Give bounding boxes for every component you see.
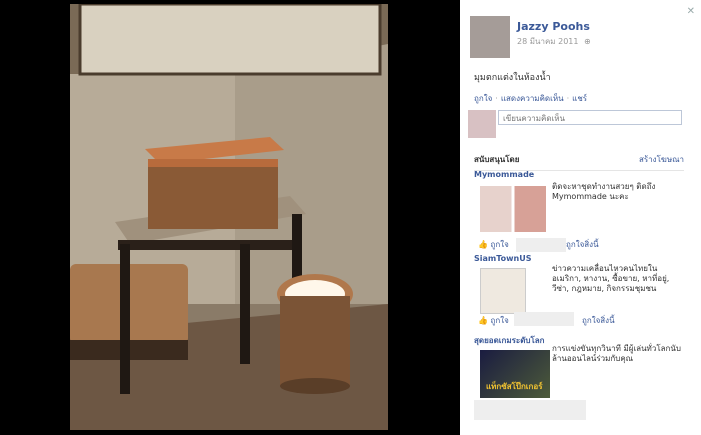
ad-image[interactable] xyxy=(480,268,526,314)
ad-like-page[interactable]: ถูกใจสิ่งนี้ xyxy=(566,238,599,251)
ad-like[interactable]: 👍 ถูกใจ xyxy=(478,314,509,327)
ad-image-caption: แท็กซัสโป๊กเกอร์ xyxy=(486,382,543,391)
viewer-avatar xyxy=(468,110,496,138)
ad-like-label[interactable]: ถูกใจ xyxy=(491,316,509,325)
ad-item[interactable]: SiamTownUS ข่าวความเคลื่อนไหวคนไทยในอเมร… xyxy=(474,254,686,334)
ad-text[interactable]: ข่าวความเคลื่อนไหวคนไทยในอเมริกา, หางาน,… xyxy=(552,264,682,294)
like-link[interactable]: ถูกใจ xyxy=(474,94,492,103)
photo-stage xyxy=(0,0,460,435)
comment-input[interactable]: เขียนความคิดเห็น xyxy=(498,110,682,125)
blurred-region xyxy=(474,400,586,420)
thumbs-up-icon: 👍 xyxy=(478,316,488,325)
post-detail-panel: ✕ Jazzy Poohs 28 มีนาคม 2011 ⊕ มุมตกแต่ง… xyxy=(460,0,701,435)
ad-text[interactable]: การแข่งขันทุกวินาที มีผู้เล่นทั่วโลกนับล… xyxy=(552,344,682,364)
ad-like-page[interactable]: ถูกใจสิ่งนี้ xyxy=(582,314,615,327)
ad-like[interactable]: 👍 ถูกใจ xyxy=(478,238,509,251)
ad-title[interactable]: SiamTownUS xyxy=(474,254,686,263)
post-date[interactable]: 28 มีนาคม 2011 ⊕ xyxy=(517,35,591,48)
ad-image[interactable]: แท็กซัสโป๊กเกอร์ xyxy=(480,350,550,398)
ad-title[interactable]: Mymommade xyxy=(474,170,686,179)
sponsored-title: สนับสนุนโดย xyxy=(474,155,520,164)
ad-image[interactable] xyxy=(480,186,546,232)
comment-link[interactable]: แสดงความคิดเห็น xyxy=(501,94,564,103)
ad-text[interactable]: ติดจะหาชุดทำงานสวยๆ ติดถึง Mymommade นะค… xyxy=(552,182,682,202)
comment-row: เขียนความคิดเห็น xyxy=(468,110,692,138)
author-name[interactable]: Jazzy Poohs xyxy=(517,20,590,33)
post-date-text[interactable]: 28 มีนาคม 2011 xyxy=(517,37,578,46)
close-icon[interactable]: ✕ xyxy=(687,6,695,17)
post-caption: มุมตกแต่งในห้องน้ำ xyxy=(474,73,551,83)
thumbs-up-icon: 👍 xyxy=(478,240,488,249)
blurred-region xyxy=(514,312,574,326)
share-link[interactable]: แชร์ xyxy=(572,94,587,103)
sponsored-header: สนับสนุนโดย สร้างโฆษณา xyxy=(474,153,684,171)
post-actions: ถูกใจ · แสดงความคิดเห็น · แชร์ xyxy=(474,94,588,103)
create-ad-link[interactable]: สร้างโฆษณา xyxy=(639,153,684,166)
globe-icon: ⊕ xyxy=(584,37,591,46)
photo-bathroom-corner[interactable] xyxy=(70,4,388,430)
blurred-region xyxy=(516,238,566,252)
ad-item[interactable]: Mymommade ติดจะหาชุดทำงานสวยๆ ติดถึง Mym… xyxy=(474,170,686,252)
author-avatar[interactable] xyxy=(470,16,510,58)
ad-item[interactable]: สุดยอดเกมระดับโลก แท็กซัสโป๊กเกอร์ การแข… xyxy=(474,334,686,404)
ad-like-label[interactable]: ถูกใจ xyxy=(491,240,509,249)
